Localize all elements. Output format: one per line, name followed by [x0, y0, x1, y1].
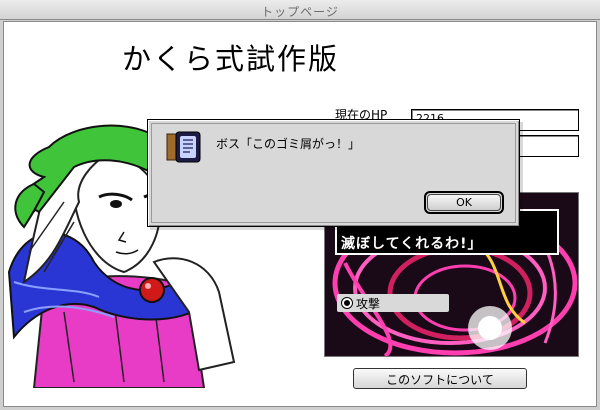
window-title: トップページ — [261, 5, 339, 19]
app-title: かくら式試作版 — [122, 42, 340, 76]
ok-label: OK — [427, 194, 501, 211]
about-button[interactable]: このソフトについて — [353, 368, 527, 389]
radio-selected-icon[interactable] — [341, 297, 353, 309]
window-titlebar[interactable]: トップページ — [0, 0, 600, 20]
attack-label: 攻撃 — [356, 297, 381, 311]
dialog-message: ボス「このゴミ屑がっ！」 — [216, 137, 361, 151]
note-icon — [166, 131, 201, 163]
ok-button[interactable]: OK — [424, 191, 504, 214]
alert-dialog: ボス「このゴミ屑がっ！」 OK — [147, 119, 520, 227]
attack-command[interactable]: 攻撃 — [337, 294, 449, 312]
hero-gem — [139, 277, 165, 303]
